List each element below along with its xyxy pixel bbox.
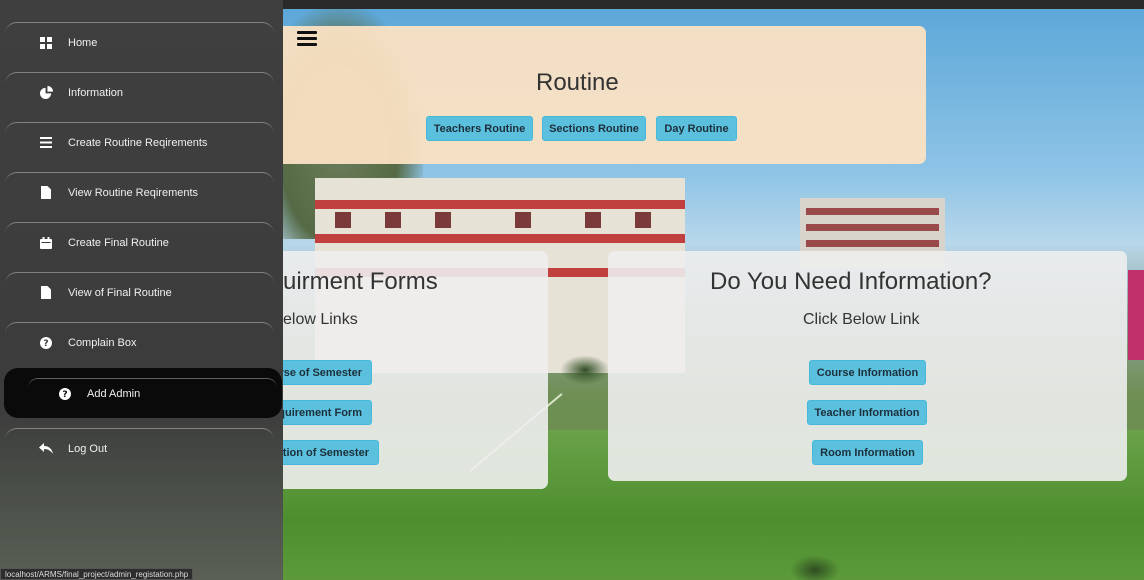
- sidebar-item-label: Information: [68, 86, 124, 99]
- sidebar-item-label: Complain Box: [68, 336, 137, 349]
- requirement-forms-subtitle: elow Links: [283, 311, 358, 328]
- sidebar-item-label: Home: [68, 36, 98, 49]
- course-information-button[interactable]: Course Information: [809, 360, 926, 385]
- status-bar-url: localhost/ARMS/final_project/admin_regis…: [0, 568, 194, 580]
- sidebar-item-label: View Routine Reqirements: [68, 186, 199, 199]
- sidebar-item-view-routine-reqirements[interactable]: View Routine Reqirements: [5, 172, 274, 212]
- sidebar-item-create-final-routine[interactable]: Create Final Routine: [5, 222, 274, 262]
- information-card: Do You Need Information? Click Below Lin…: [608, 251, 1127, 481]
- sidebar-item-log-out[interactable]: Log Out: [5, 428, 274, 468]
- requirement-form-button[interactable]: quirement Form: [270, 400, 372, 425]
- sidebar-item-label: Add Admin: [87, 387, 141, 400]
- sidebar-item-complain-box[interactable]: ? Complain Box: [5, 322, 274, 362]
- file-icon: [39, 286, 53, 300]
- day-routine-button[interactable]: Day Routine: [656, 116, 737, 141]
- course-of-semester-button[interactable]: rse of Semester: [270, 360, 372, 385]
- requirement-forms-title: uirment Forms: [283, 268, 438, 295]
- sidebar-item-create-routine-reqirements[interactable]: Create Routine Reqirements: [5, 122, 274, 162]
- routine-title: Routine: [536, 69, 619, 96]
- information-subtitle: Click Below Link: [803, 311, 920, 328]
- grid-icon: [39, 36, 53, 50]
- sections-routine-button[interactable]: Sections Routine: [542, 116, 646, 141]
- requirement-forms-card: uirment Forms elow Links rse of Semester…: [270, 251, 548, 489]
- sidebar-item-label: Log Out: [68, 442, 108, 455]
- pie-chart-icon: [39, 86, 53, 100]
- room-information-button[interactable]: Room Information: [812, 440, 923, 465]
- question-circle-icon: ?: [39, 336, 53, 350]
- svg-text:?: ?: [62, 390, 67, 400]
- teachers-routine-button[interactable]: Teachers Routine: [426, 116, 533, 141]
- sidebar-item-home[interactable]: Home: [5, 22, 274, 62]
- hamburger-menu-icon[interactable]: [297, 31, 317, 47]
- calendar-icon: [39, 236, 53, 250]
- question-circle-icon: ?: [58, 387, 72, 401]
- sidebar-item-label: Create Routine Reqirements: [68, 136, 208, 149]
- sidebar-item-view-of-final-routine[interactable]: View of Final Routine: [5, 272, 274, 312]
- information-title: Do You Need Information?: [710, 268, 992, 295]
- information-of-semester-button[interactable]: ation of Semester: [270, 440, 379, 465]
- reply-icon: [39, 442, 53, 456]
- list-icon: [39, 136, 53, 150]
- svg-text:?: ?: [43, 339, 48, 349]
- sidebar-nav: Home Information Create Routine Reqireme…: [0, 0, 283, 580]
- teacher-information-button[interactable]: Teacher Information: [807, 400, 927, 425]
- sidebar-item-add-admin[interactable]: ? Add Admin: [4, 368, 282, 418]
- sidebar-item-label: Create Final Routine: [68, 236, 169, 249]
- routine-card: Routine Teachers Routine Sections Routin…: [270, 26, 926, 164]
- sidebar-item-information[interactable]: Information: [5, 72, 274, 112]
- file-icon: [39, 186, 53, 200]
- sidebar-item-label: View of Final Routine: [68, 286, 172, 299]
